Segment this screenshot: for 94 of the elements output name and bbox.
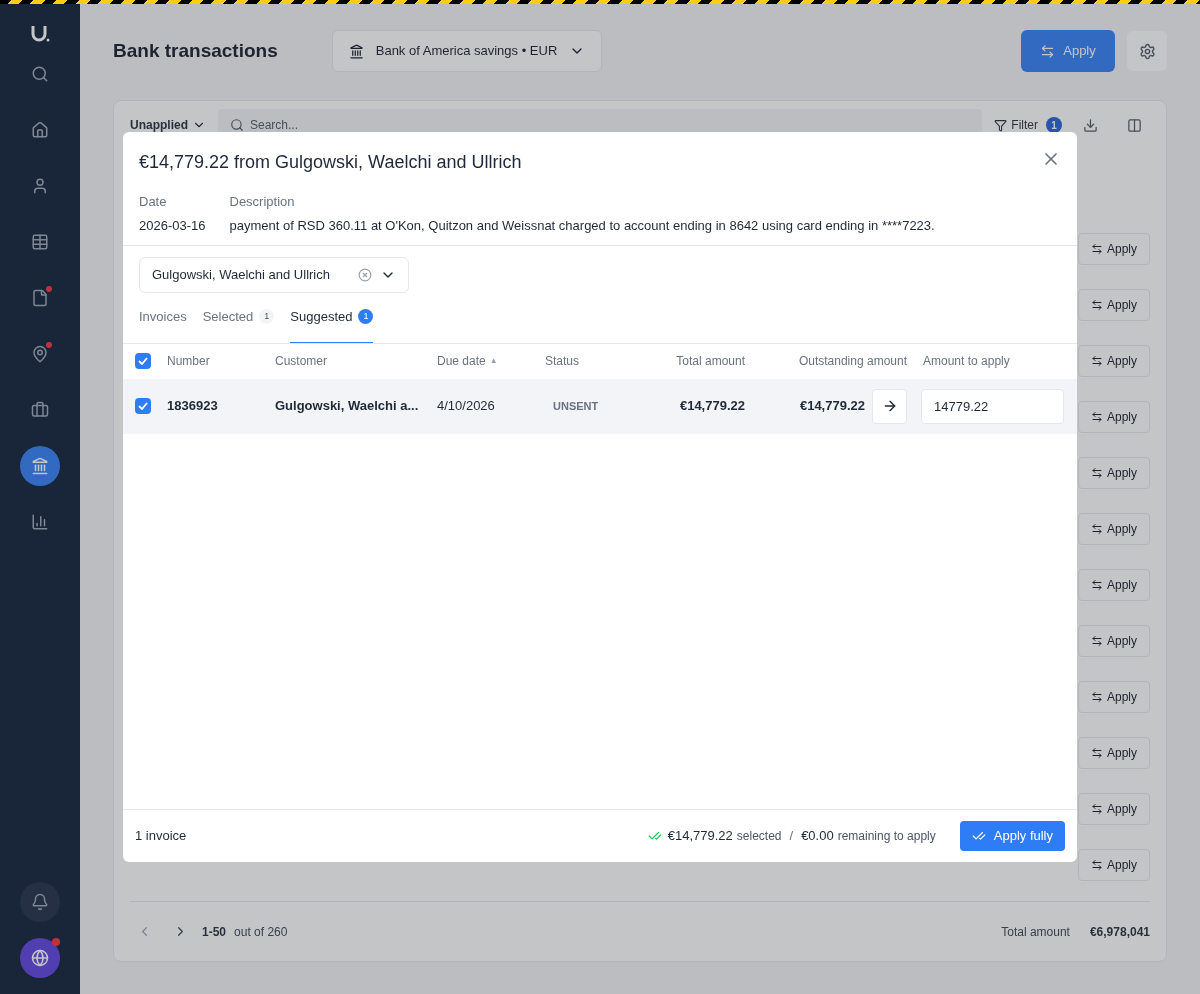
column-header: Total amount [675, 353, 745, 370]
table-icon [31, 233, 49, 251]
remaining-label: remaining to apply [837, 828, 936, 845]
selected-label: selected [736, 828, 782, 845]
selected-amount: €14,779.22 [667, 827, 733, 846]
filter-icon [994, 118, 1008, 132]
copy-amount-button[interactable] [872, 388, 907, 424]
row-apply-button[interactable]: Apply [1077, 793, 1150, 825]
swap-icon [1090, 299, 1103, 311]
row-apply-button[interactable]: Apply [1077, 513, 1150, 545]
swap-icon [1040, 43, 1056, 59]
search-icon [31, 65, 49, 83]
row-apply-button[interactable]: Apply [1077, 345, 1150, 377]
check-icon [138, 402, 148, 410]
table-cell-text: 1836923 [167, 397, 219, 416]
swap-icon [1090, 243, 1103, 255]
home-icon [31, 121, 49, 139]
page-title: Bank transactions [113, 38, 278, 63]
download-icon [1082, 117, 1098, 133]
bell-icon [31, 893, 49, 911]
select-all-checkbox[interactable] [135, 353, 151, 369]
check-icon [138, 357, 148, 365]
double-check-icon [971, 829, 986, 843]
swap-icon [1090, 859, 1103, 871]
row-apply-button[interactable]: Apply [1077, 457, 1150, 489]
tab[interactable]: Selected 1 [202, 307, 275, 343]
row-apply-button[interactable]: Apply [1077, 849, 1150, 881]
column-header: Status [545, 353, 581, 370]
description-label: Description [229, 193, 296, 211]
view-select[interactable]: Unapplied [130, 116, 206, 134]
column-header: Customer [275, 353, 328, 370]
briefcase-icon [31, 401, 49, 419]
total-amount: €6,978,041 [1089, 923, 1150, 941]
bank-icon [348, 43, 364, 59]
invoice-count: 1 invoice [135, 827, 187, 846]
column-header[interactable]: Due date ▲ [437, 352, 545, 370]
customer-select[interactable]: Gulgowski, Waelchi and Ullrich [139, 257, 409, 293]
notifications-button[interactable] [20, 882, 60, 922]
tab[interactable]: Suggested 1 [290, 307, 374, 343]
table-cell-text: 4/10/2026 [437, 397, 496, 416]
swap-icon [1090, 411, 1103, 423]
swap-icon [1090, 579, 1103, 591]
row-apply-button[interactable]: Apply [1077, 401, 1150, 433]
dialog-title: €14,779.22 from Gulgowski, Waelchi and Ullrich [139, 151, 522, 174]
description-text: payment of RSD 360.11 at O'Kon, Quitzon and Weissnat charged to account ending in 8642 using card ending in ****7223. [229, 216, 935, 235]
page-total: out of 260 [234, 923, 288, 941]
column-header: Outstanding amount [797, 353, 907, 370]
filter-count: 1 [1046, 117, 1062, 133]
settings-icon [1138, 42, 1156, 60]
account-select[interactable]: Bank of America savings • EUR [331, 30, 603, 72]
row-apply-button[interactable]: Apply [1077, 737, 1150, 769]
globe-icon [31, 949, 49, 967]
column-header: Number [167, 353, 211, 370]
row-checkbox[interactable] [135, 398, 151, 414]
filter-label: Filter [1011, 117, 1038, 134]
user-icon [31, 177, 49, 195]
status-label: UNSENT [552, 398, 600, 414]
tab[interactable]: Invoices [139, 307, 187, 343]
row-apply-button[interactable]: Apply [1077, 289, 1150, 321]
logo-icon [30, 24, 50, 42]
date-label: Date [139, 193, 168, 211]
swap-icon [1090, 635, 1103, 647]
settings-button[interactable] [1127, 31, 1167, 71]
invoice-row[interactable]: 1836923 Gulgowski, Waelchi a... 4/10/2026 UNSENT €14,779.22 €14,779.22 14779.22 [123, 378, 1077, 434]
clear-icon[interactable] [358, 268, 372, 282]
bank-icon [31, 457, 49, 475]
swap-icon [1090, 355, 1103, 367]
sidebar-item[interactable] [20, 446, 60, 486]
profile-button[interactable] [20, 938, 60, 978]
separator: / [789, 827, 794, 846]
apply-fully-button[interactable]: Apply fully [959, 821, 1065, 851]
swap-icon [1090, 467, 1103, 479]
row-apply-button[interactable]: Apply [1077, 625, 1150, 657]
table-cell-text: Gulgowski, Waelchi a... [275, 397, 420, 416]
chart-icon [31, 513, 49, 531]
row-apply-button[interactable]: Apply [1077, 569, 1150, 601]
page-range: 1-50 [202, 923, 227, 941]
table-cell-text: €14,779.22 [798, 397, 865, 416]
table-cell-text: €14,779.22 [678, 397, 745, 416]
total-label: Total amount [1001, 923, 1070, 941]
file-icon [31, 289, 49, 307]
swap-icon [1090, 691, 1103, 703]
columns-icon [1126, 117, 1142, 133]
row-apply-button[interactable]: Apply [1077, 233, 1150, 265]
swap-icon [1090, 747, 1103, 759]
remaining-amount: €0.00 [801, 827, 834, 846]
swap-icon [1090, 803, 1103, 815]
double-check-icon [647, 829, 662, 843]
row-apply-button[interactable]: Apply [1077, 681, 1150, 713]
date-value: 2026-03-16 [139, 216, 206, 235]
amount-input[interactable]: 14779.22 [921, 388, 1064, 424]
column-header: Amount to apply [923, 353, 1010, 370]
swap-icon [1090, 523, 1103, 535]
pin-icon [31, 345, 49, 363]
